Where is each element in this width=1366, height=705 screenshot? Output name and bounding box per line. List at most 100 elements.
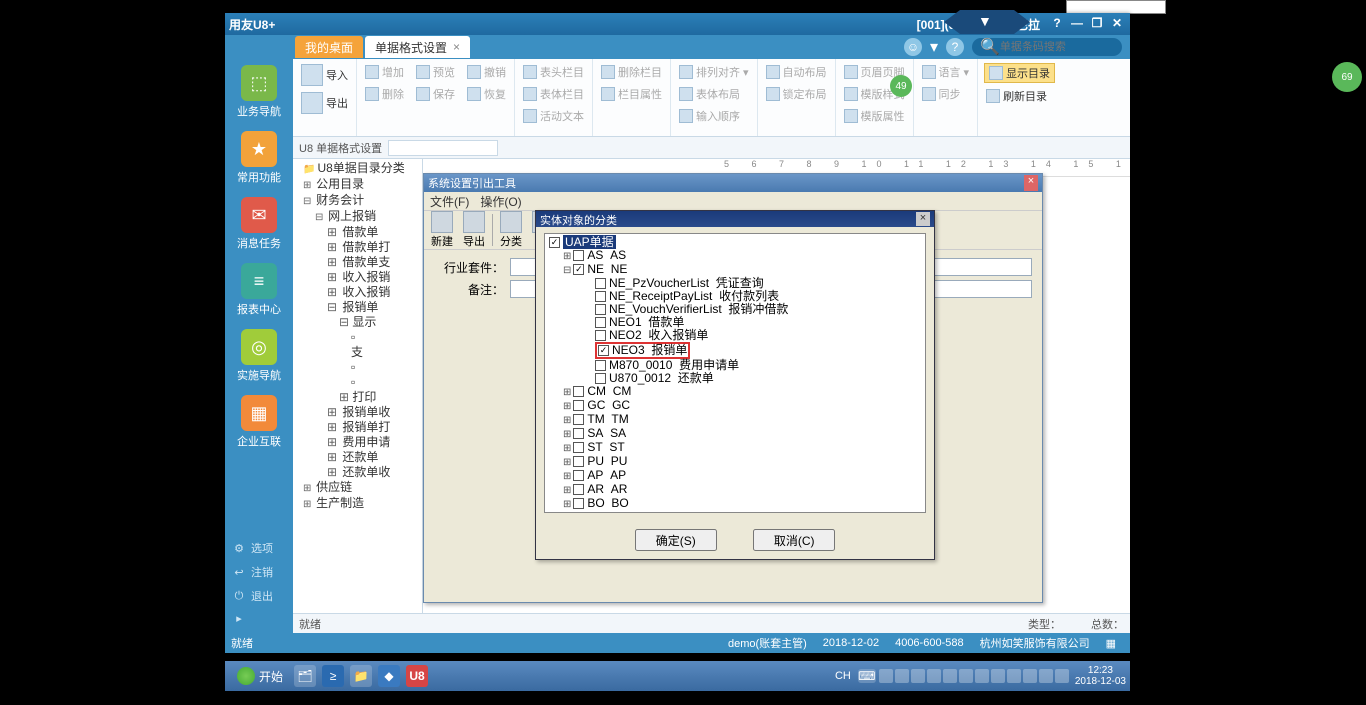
tree-leaf[interactable]: 借款单 <box>295 225 420 240</box>
rail-imp[interactable]: ◎实施导航 <box>225 323 293 389</box>
activetxt-button[interactable]: 活动文本 <box>521 107 586 125</box>
tree-leaf[interactable]: 费用申请 <box>295 435 420 450</box>
export-button[interactable]: 导出 <box>299 91 350 115</box>
tab-close-icon[interactable]: × <box>453 40 460 54</box>
checkbox[interactable] <box>549 237 560 248</box>
import-button[interactable]: 导入 <box>299 63 350 87</box>
rail-exit[interactable]: ⏻退出 <box>225 584 293 608</box>
tree-leaf[interactable]: ▫ <box>295 330 420 345</box>
rail-rpt[interactable]: ≡报表中心 <box>225 257 293 323</box>
checkbox[interactable] <box>573 470 584 481</box>
close-button[interactable]: ✕ <box>1108 16 1126 32</box>
refreshdir-button[interactable]: 刷新目录 <box>984 87 1055 105</box>
taskbar-ps-icon[interactable]: ≥ <box>322 665 344 687</box>
class-close-icon[interactable]: × <box>916 212 930 226</box>
tb-export[interactable]: 导出 <box>460 211 488 249</box>
preview-button[interactable]: 预览 <box>414 63 457 81</box>
tree-node[interactable]: 财务会计 <box>295 193 420 209</box>
tree-leaf[interactable]: 还款单 <box>295 450 420 465</box>
start-button[interactable]: 开始 <box>229 665 291 687</box>
rail-logout[interactable]: ↩注销 <box>225 560 293 584</box>
add-button[interactable]: 增加 <box>363 63 406 81</box>
lockfmt-button[interactable]: 锁定布局 <box>764 85 829 103</box>
bodylayout-button[interactable]: 表体布局 <box>677 85 751 103</box>
tray-icon[interactable] <box>895 669 909 683</box>
search-box[interactable]: 🔍 <box>972 38 1122 56</box>
delcol-button[interactable]: 删除栏目 <box>599 63 664 81</box>
checkbox[interactable] <box>573 428 584 439</box>
checkbox[interactable] <box>573 264 584 275</box>
checkbox[interactable] <box>595 278 606 289</box>
checkbox[interactable] <box>573 386 584 397</box>
tree-leaf[interactable]: 收入报销 <box>295 270 420 285</box>
tree-leaf[interactable]: 借款单打 <box>295 240 420 255</box>
checkbox[interactable] <box>573 442 584 453</box>
checkbox[interactable] <box>573 400 584 411</box>
minimize-button[interactable]: — <box>1068 16 1086 32</box>
tab-desktop[interactable]: 我的桌面 <box>295 36 363 58</box>
sync-button[interactable]: 同步 <box>920 85 972 103</box>
rail-nav[interactable]: ⬚业务导航 <box>225 59 293 125</box>
tree-node[interactable]: 报销单 <box>295 300 420 315</box>
taskbar-folder-icon[interactable]: 📁 <box>350 665 372 687</box>
tree-node[interactable]: 公用目录 <box>295 177 420 193</box>
menu-file[interactable]: 文件(F) <box>430 195 469 209</box>
tray-icon[interactable] <box>991 669 1005 683</box>
checkbox[interactable] <box>573 250 584 261</box>
rail-options[interactable]: ⚙选项 <box>225 536 293 560</box>
rail-fav[interactable]: ★常用功能 <box>225 125 293 191</box>
checkbox[interactable] <box>573 498 584 509</box>
ok-button[interactable]: 确定(S) <box>635 529 717 551</box>
ime-ch[interactable]: CH <box>835 670 851 682</box>
checkbox[interactable] <box>573 484 584 495</box>
rail-expand[interactable]: ▸ <box>225 608 293 629</box>
inputorder-button[interactable]: 输入顺序 <box>677 107 751 125</box>
taskbar-clock[interactable]: 12:23 2018-12-03 <box>1075 665 1126 687</box>
tree-leaf[interactable]: 借款单支 <box>295 255 420 270</box>
rail-msg[interactable]: ✉消息任务 <box>225 191 293 257</box>
search-input[interactable] <box>1000 41 1142 53</box>
checkbox[interactable] <box>595 330 606 341</box>
align-button[interactable]: 排列对齐 ▾ <box>677 63 751 81</box>
notification-badge[interactable]: 69 <box>1332 62 1362 92</box>
tree-leaf[interactable]: 还款单收 <box>295 465 420 480</box>
tree-leaf[interactable]: 打印 <box>295 390 420 405</box>
tray-icon[interactable] <box>911 669 925 683</box>
floating-count-badge[interactable]: 49 <box>890 75 912 97</box>
doc-dropdown[interactable] <box>388 140 498 156</box>
tree-leaf[interactable]: 支 <box>295 345 420 360</box>
checkbox-neo3[interactable] <box>598 345 609 356</box>
checkbox[interactable] <box>595 304 606 315</box>
restore-button[interactable]: 恢复 <box>465 85 508 103</box>
cancel-button[interactable]: 取消(C) <box>753 529 835 551</box>
tray-icon[interactable] <box>927 669 941 683</box>
checkbox[interactable] <box>573 456 584 467</box>
autolayout-button[interactable]: 自动布局 <box>764 63 829 81</box>
tree-leaf[interactable]: 报销单打 <box>295 420 420 435</box>
tplprop-button[interactable]: 模版属性 <box>842 107 907 125</box>
tree-leaf[interactable]: 报销单收 <box>295 405 420 420</box>
checkbox[interactable] <box>595 373 606 384</box>
taskbar-explorer-icon[interactable]: 🗂 <box>294 665 316 687</box>
tree-node[interactable]: 网上报销 <box>295 209 420 225</box>
tree-leaf[interactable]: ▫ <box>295 360 420 375</box>
tray-icon[interactable] <box>1007 669 1021 683</box>
tab-voucher-format[interactable]: 单据格式设置 × <box>365 36 470 58</box>
colprop-button[interactable]: 栏目属性 <box>599 85 664 103</box>
user-smile-icon[interactable]: ☺ <box>904 38 922 56</box>
tb-classify[interactable]: 分类 <box>497 211 525 249</box>
tree-node[interactable]: 供应链 <box>295 480 420 496</box>
tray-icon[interactable] <box>1023 669 1037 683</box>
checkbox[interactable] <box>595 291 606 302</box>
showdir-button[interactable]: 显示目录 <box>984 63 1055 83</box>
tree-leaf[interactable]: ▫ <box>295 375 420 390</box>
menu-operate[interactable]: 操作(O) <box>480 195 521 209</box>
tool-close-icon[interactable]: × <box>1024 175 1038 191</box>
tray-icon[interactable] <box>959 669 973 683</box>
tray-icon[interactable] <box>879 669 893 683</box>
status-grid-icon[interactable]: ▦ <box>1106 637 1116 650</box>
tree-root[interactable]: U8单据目录分类 <box>295 161 420 177</box>
lang-button[interactable]: 语言 ▾ <box>920 63 972 81</box>
taskbar-u8-icon[interactable]: U8 <box>406 665 428 687</box>
help-circle-icon[interactable]: ? <box>946 38 964 56</box>
